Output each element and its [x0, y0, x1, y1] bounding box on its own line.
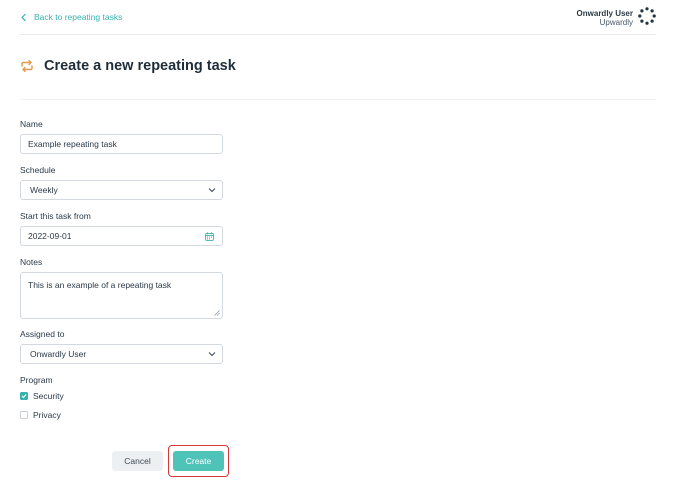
name-input-value: Example repeating task [28, 139, 117, 149]
notes-label: Notes [20, 257, 43, 267]
checkmark-icon [21, 394, 27, 399]
notes-value: This is an example of a repeating task [28, 280, 172, 290]
cancel-button[interactable]: Cancel [112, 451, 163, 471]
program-security-option[interactable]: Security [20, 391, 64, 401]
user-menu[interactable]: Onwardly User Upwardly [577, 9, 633, 27]
schedule-select[interactable]: Weekly [20, 180, 223, 200]
assigned-to-value: Onwardly User [30, 349, 87, 359]
privacy-label: Privacy [33, 410, 61, 420]
privacy-checkbox[interactable] [20, 411, 28, 419]
assigned-to-label: Assigned to [20, 329, 65, 339]
user-name: Onwardly User [576, 9, 633, 18]
create-button[interactable]: Create [173, 451, 224, 471]
start-date-input[interactable]: 2022-09-01 [20, 226, 223, 246]
back-link-label: Back to repeating tasks [34, 12, 123, 22]
header-divider [20, 34, 656, 35]
chevron-down-icon [208, 352, 216, 357]
program-label: Program [20, 375, 53, 385]
user-organization: Upwardly [599, 18, 633, 27]
security-label: Security [33, 391, 64, 401]
page-title: Create a new repeating task [44, 58, 236, 74]
start-date-value: 2022-09-01 [28, 231, 72, 241]
assigned-to-select[interactable]: Onwardly User [20, 344, 223, 364]
program-privacy-option[interactable]: Privacy [20, 410, 61, 420]
app-logo-icon [638, 7, 656, 25]
title-divider [20, 99, 656, 100]
resize-handle-icon[interactable] [214, 310, 220, 316]
chevron-down-icon [208, 188, 216, 193]
page-title-row: Create a new repeating task [20, 58, 236, 74]
chevron-left-icon [21, 13, 26, 21]
calendar-icon[interactable] [205, 231, 214, 241]
notes-textarea[interactable]: This is an example of a repeating task [20, 272, 223, 319]
schedule-select-value: Weekly [30, 185, 58, 195]
name-input[interactable]: Example repeating task [20, 134, 223, 154]
back-to-repeating-tasks-link[interactable]: Back to repeating tasks [20, 12, 122, 22]
repeat-icon [21, 59, 33, 73]
name-label: Name [20, 119, 43, 129]
schedule-label: Schedule [20, 165, 56, 175]
start-date-label: Start this task from [20, 211, 91, 221]
security-checkbox[interactable] [20, 392, 28, 400]
